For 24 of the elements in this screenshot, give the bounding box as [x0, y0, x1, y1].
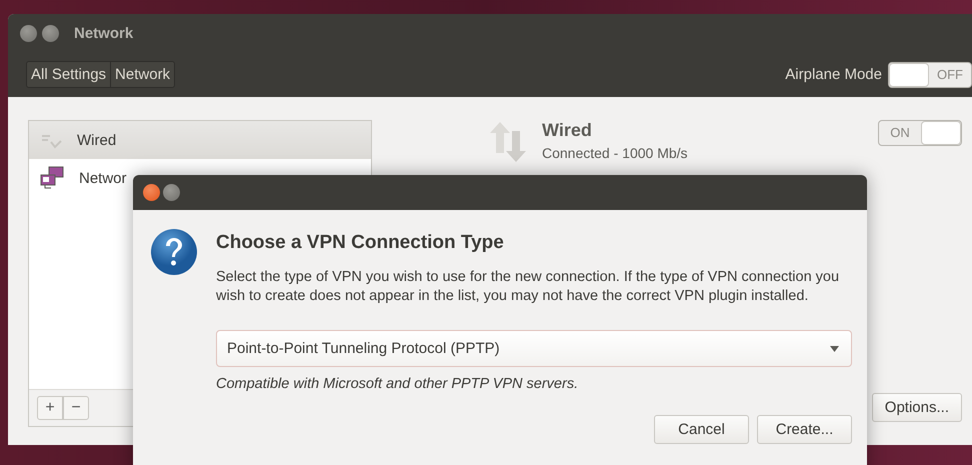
minimize-button[interactable]: [163, 184, 180, 201]
minimize-button[interactable]: [42, 24, 59, 42]
question-icon: [150, 228, 198, 276]
dialog-description: Select the type of VPN you wish to use for the new connection. If the type of VPN connection you wish to create does not appear in the list, you may not have the correct VPN plugin installed.: [216, 268, 840, 306]
remove-button[interactable]: −: [63, 396, 89, 420]
cancel-button[interactable]: Cancel: [654, 415, 749, 444]
close-button[interactable]: [20, 24, 37, 42]
device-list-item[interactable]: Wired: [29, 121, 371, 159]
dialog-title: Choose a VPN Connection Type: [216, 232, 505, 254]
breadcrumb-button[interactable]: All Settings: [27, 62, 110, 87]
airplane-mode-label: Airplane Mode: [785, 66, 882, 83]
options-button[interactable]: Options...: [872, 393, 962, 422]
caret-icon: [830, 346, 839, 352]
network-computers-icon: [39, 166, 65, 190]
add-button[interactable]: +: [37, 396, 63, 420]
window-title: Network: [74, 24, 134, 42]
up-down-arrows-icon: [488, 120, 528, 164]
close-button[interactable]: [143, 184, 160, 201]
vpn-type-dropdown[interactable]: Point-to-Point Tunneling Protocol (PPTP): [216, 330, 852, 367]
breadcrumb-button[interactable]: Network: [110, 62, 174, 87]
create-button[interactable]: Create...: [757, 415, 852, 444]
connection-title: Wired: [542, 120, 593, 141]
connection-status: Connected - 1000 Mb/s: [542, 145, 689, 161]
vpn-type-hint: Compatible with Microsoft and other PPTP VPN servers.: [216, 376, 580, 392]
